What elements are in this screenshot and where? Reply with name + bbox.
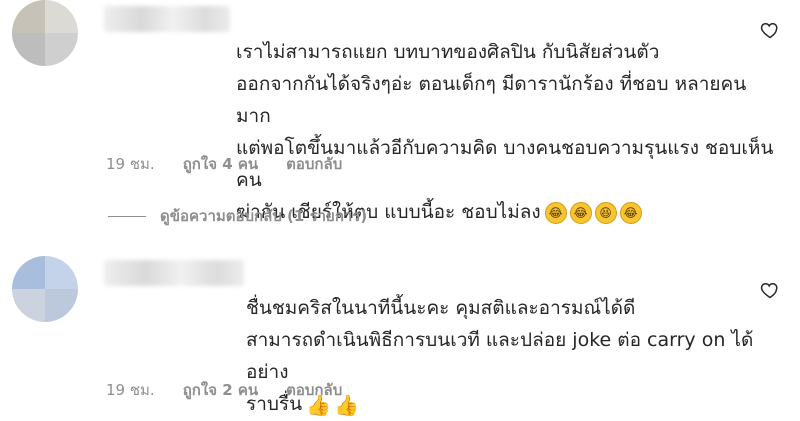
timestamp: 19 ชม. xyxy=(106,155,155,173)
rolling-laughing-face-icon: 😂 xyxy=(619,201,642,224)
rolling-laughing-face-icon: 😂 xyxy=(544,201,567,224)
avatar[interactable] xyxy=(12,256,78,322)
view-replies-label: ดูข้อความตอบกลับ (1 รายการ) xyxy=(160,207,368,225)
rolling-laughing-face-icon: 😂 xyxy=(569,201,592,224)
timestamp: 19 ชม. xyxy=(106,381,155,399)
grinning-squinting-face-icon: 😆 xyxy=(594,201,617,224)
username-blurred[interactable] xyxy=(104,260,244,286)
reply-button[interactable]: ตอบกลับ xyxy=(286,152,342,176)
emoji-group: 😂 😂 😆 😂 xyxy=(544,201,642,224)
comment-meta: 19 ชม. ถูกใจ 4 คน ตอบกลับ xyxy=(106,152,342,176)
reply-button[interactable]: ตอบกลับ xyxy=(286,378,342,402)
view-replies-button[interactable]: ดูข้อความตอบกลับ (1 รายการ) xyxy=(108,204,367,228)
comment-meta: 19 ชม. ถูกใจ 2 คน ตอบกลับ xyxy=(106,378,342,402)
avatar[interactable] xyxy=(12,0,78,66)
heart-icon[interactable] xyxy=(760,20,780,40)
likes-count[interactable]: ถูกใจ 2 คน xyxy=(183,378,258,402)
heart-icon[interactable] xyxy=(760,280,780,300)
divider-line xyxy=(108,215,146,217)
likes-count[interactable]: ถูกใจ 4 คน xyxy=(183,152,258,176)
comment-text: เราไม่สามารถแยก บทบาทของศิลปิน กับนิสัยส… xyxy=(236,41,774,224)
username-blurred[interactable] xyxy=(104,6,230,32)
